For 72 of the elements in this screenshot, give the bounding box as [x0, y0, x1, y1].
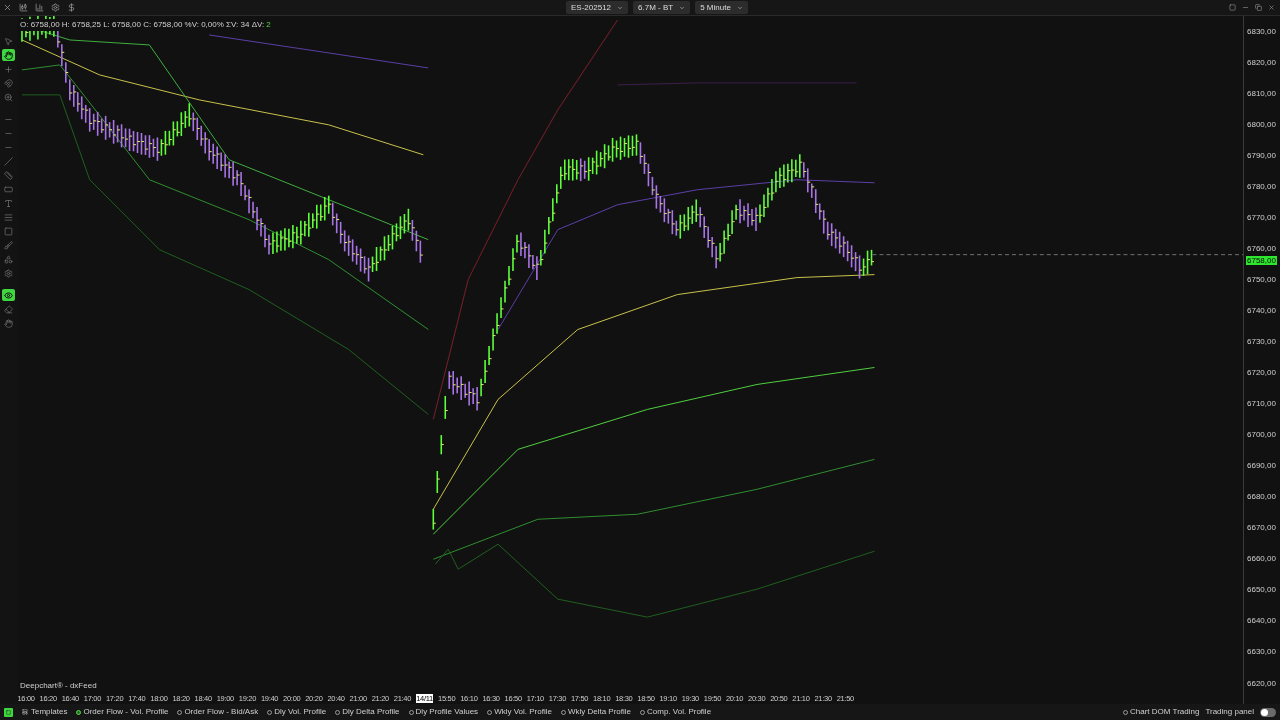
- price-label: 6710,00: [1247, 398, 1276, 411]
- price-label: 6770,00: [1247, 211, 1276, 224]
- settings-icon[interactable]: [51, 3, 60, 12]
- price-label: 6730,00: [1247, 336, 1276, 348]
- price-label: 6690,00: [1247, 460, 1276, 473]
- template-radio[interactable]: Dly Vol. Profile: [267, 706, 327, 718]
- shapes-icon: [4, 254, 13, 264]
- chart-source-label: Deepchart® - dxFeed: [20, 680, 97, 692]
- eye-icon: [4, 290, 13, 300]
- hand-icon: [4, 318, 13, 328]
- candlestick-icon[interactable]: [19, 3, 28, 12]
- price-label: 6640,00: [1247, 615, 1276, 628]
- tool-button[interactable]: [2, 289, 15, 301]
- template-radio[interactable]: Dly Delta Profile: [335, 706, 400, 718]
- chevron-icon: [736, 4, 743, 11]
- price-label: 6780,00: [1247, 180, 1276, 193]
- template-radio[interactable]: Dly Profile Values: [408, 706, 479, 718]
- price-label: 6750,00: [1247, 273, 1276, 286]
- template-radio[interactable]: Wkly Delta Profile: [560, 706, 632, 718]
- restore-icon[interactable]: [1255, 4, 1262, 11]
- hand-icon: [4, 50, 13, 60]
- close-icon[interactable]: [3, 3, 12, 12]
- line-icon: [4, 156, 13, 166]
- close-icon[interactable]: [1268, 4, 1275, 11]
- lines-icon: [4, 212, 13, 222]
- dollar-icon[interactable]: [67, 3, 76, 12]
- settings-icon: [4, 268, 13, 278]
- layout-button[interactable]: [4, 707, 13, 717]
- minimize-icon[interactable]: [1242, 4, 1249, 11]
- price-label: 6680,00: [1247, 491, 1276, 504]
- template-radio[interactable]: Wkly Vol. Profile: [487, 706, 552, 718]
- eraser-icon: [4, 304, 13, 314]
- brush-icon: [4, 240, 13, 250]
- template-radio[interactable]: Comp. Vol. Profile: [640, 706, 712, 718]
- price-label: 6670,00: [1247, 522, 1276, 535]
- price-label: 6720,00: [1247, 367, 1276, 380]
- dropdown-button[interactable]: 5 Minute: [695, 1, 748, 14]
- bar-chart-icon[interactable]: [35, 3, 44, 12]
- price-label: 6700,00: [1247, 429, 1276, 442]
- ohlc-readout: O: 6758,00 H: 6758,25 L: 6758,00 C: 6758,00 %V: 0,00% ΣV: 34 ΔV:: [20, 20, 265, 29]
- price-label: 6650,00: [1247, 584, 1276, 597]
- price-label: 6810,00: [1247, 87, 1276, 100]
- pointer-icon: [4, 36, 13, 46]
- dropdown-button[interactable]: ES-202512: [566, 1, 629, 14]
- templates-button[interactable]: Templates: [22, 706, 68, 718]
- rectangle-icon: [4, 184, 13, 194]
- crosshair-icon: [4, 64, 13, 74]
- chevron-icon: [617, 4, 624, 11]
- panel-icon[interactable]: [1229, 4, 1236, 11]
- trading-panel-label: Trading panel: [1205, 706, 1254, 718]
- zoom-icon: [4, 92, 13, 102]
- square-icon: [4, 226, 13, 236]
- chart-dom-radio[interactable]: Chart DOM Trading: [1123, 706, 1200, 718]
- dropdown-button[interactable]: 6.7M - BT: [633, 1, 691, 14]
- current-price-tag: 6758,00: [1246, 256, 1277, 265]
- price-label: 6790,00: [1247, 149, 1276, 162]
- ruler-icon: [4, 170, 13, 180]
- tool-button[interactable]: [2, 49, 15, 61]
- price-label: 6620,00: [1247, 677, 1276, 690]
- price-label: 6800,00: [1247, 118, 1276, 131]
- text-icon: [4, 198, 13, 208]
- price-label: 6760,00: [1247, 242, 1276, 255]
- template-radio[interactable]: Order Flow - Vol. Profile: [76, 706, 169, 718]
- delta-value: 2: [266, 20, 271, 29]
- price-label: 6830,00: [1247, 25, 1276, 38]
- price-label: 6630,00: [1247, 646, 1276, 659]
- chevron-icon: [679, 4, 686, 11]
- price-label: 6820,00: [1247, 56, 1276, 69]
- price-label: 6660,00: [1247, 553, 1276, 566]
- trading-panel-toggle[interactable]: [1260, 707, 1276, 717]
- price-label: 6740,00: [1247, 304, 1276, 317]
- template-radio[interactable]: Order Flow - Bid/Ask: [177, 706, 259, 718]
